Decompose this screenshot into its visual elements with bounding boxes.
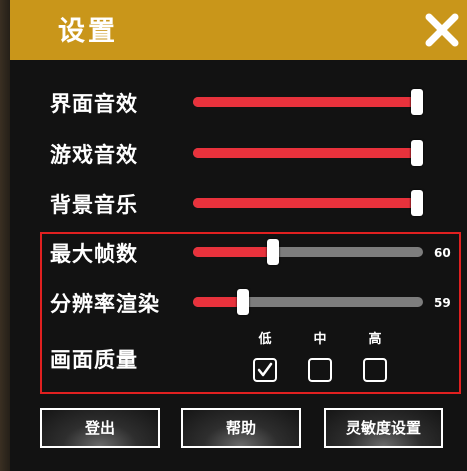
max-fps-label: 最大帧数 [50, 242, 138, 266]
checkmark-icon [257, 362, 273, 377]
background-music-label: 背景音乐 [50, 193, 138, 217]
max-fps-value: 60 [434, 246, 451, 260]
render-resolution-label: 分辨率渲染 [50, 292, 160, 316]
slider-fill [193, 297, 243, 307]
slider-thumb[interactable] [411, 140, 423, 166]
logout-button[interactable]: 登出 [40, 408, 160, 448]
quality-high-checkbox[interactable] [363, 358, 387, 382]
slider-fill [193, 97, 417, 107]
slider-thumb[interactable] [411, 89, 423, 115]
help-button[interactable]: 帮助 [181, 408, 301, 448]
slider-thumb[interactable] [236, 289, 249, 315]
quality-medium-checkbox[interactable] [308, 358, 332, 382]
render-resolution-value: 59 [434, 296, 451, 310]
ui-sound-slider[interactable] [193, 89, 423, 115]
slider-fill [193, 247, 274, 257]
max-fps-slider[interactable] [193, 239, 423, 265]
game-sound-slider[interactable] [193, 140, 423, 166]
slider-thumb[interactable] [411, 190, 423, 216]
game-sound-label: 游戏音效 [50, 143, 138, 167]
graphics-quality-label: 画面质量 [50, 348, 138, 372]
slider-thumb[interactable] [267, 239, 280, 265]
sensitivity-settings-button[interactable]: 灵敏度设置 [324, 408, 443, 448]
close-icon [425, 13, 459, 47]
quality-medium-label: 中 [313, 332, 327, 347]
quality-low-label: 低 [258, 332, 272, 347]
ui-sound-label: 界面音效 [50, 92, 138, 116]
slider-fill [193, 198, 417, 208]
background-music-slider[interactable] [193, 190, 423, 216]
quality-high-label: 高 [368, 332, 382, 347]
render-resolution-slider[interactable] [193, 289, 423, 315]
title-bar: 设置 [10, 0, 467, 60]
quality-low-checkbox[interactable] [253, 358, 277, 382]
page-title: 设置 [58, 16, 118, 47]
close-button[interactable] [424, 12, 460, 48]
slider-fill [193, 148, 417, 158]
